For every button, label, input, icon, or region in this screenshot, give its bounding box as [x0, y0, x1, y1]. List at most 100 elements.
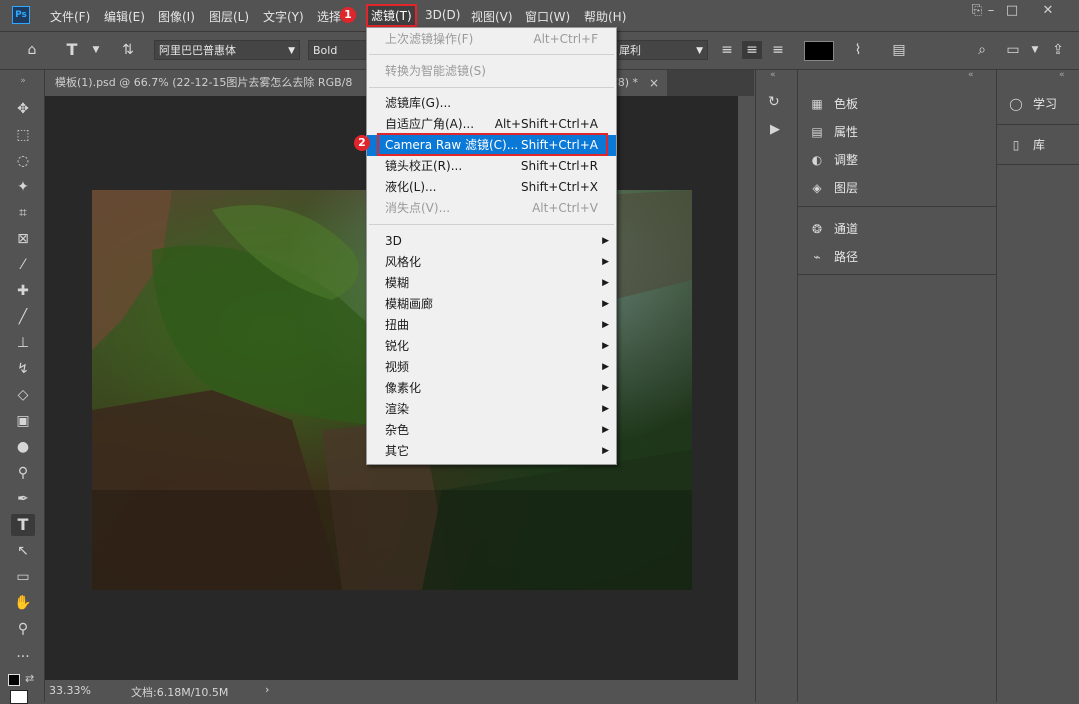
foreground-color-swatch[interactable]: [8, 674, 20, 686]
menu-item-distort[interactable]: 扭曲 ▶: [367, 315, 616, 336]
gradient-tool-icon[interactable]: ▣: [11, 410, 35, 432]
path-selection-tool-icon[interactable]: ↖: [11, 540, 35, 562]
blur-tool-icon[interactable]: ●: [11, 436, 35, 458]
menu-item-stylize[interactable]: 风格化 ▶: [367, 252, 616, 273]
minimize-button[interactable]: –: [980, 1, 1002, 23]
text-color-swatch[interactable]: [804, 41, 834, 61]
frame-tool-icon[interactable]: ⊠: [11, 228, 35, 250]
panel-channels[interactable]: ❂ 通道: [808, 218, 858, 240]
collapse-icon[interactable]: «: [770, 70, 776, 80]
panel-label: 色板: [834, 97, 859, 111]
search-icon[interactable]: ⌕: [972, 41, 992, 59]
status-bar: 33.33% 文档:6.18M/10.5M ›: [45, 680, 738, 702]
menu-view[interactable]: 视图(V): [471, 8, 513, 25]
status-menu-arrow[interactable]: ›: [265, 683, 269, 696]
menu-item-filter-gallery[interactable]: 滤镜库(G)...: [367, 93, 616, 114]
warp-text-icon[interactable]: ⌇: [848, 41, 868, 59]
healing-brush-tool-icon[interactable]: ✚: [11, 280, 35, 302]
history-brush-tool-icon[interactable]: ↯: [11, 358, 35, 380]
menu-item-last-filter[interactable]: 上次滤镜操作(F) Alt+Ctrl+F: [367, 29, 616, 50]
home-icon[interactable]: ⌂: [22, 41, 42, 59]
pen-tool-icon[interactable]: ✒: [11, 488, 35, 510]
panel-layers[interactable]: ◈ 图层: [808, 177, 858, 199]
menu-file[interactable]: 文件(F): [50, 8, 90, 25]
clone-stamp-tool-icon[interactable]: ⊥: [11, 332, 35, 354]
menu-item-pixelate[interactable]: 像素化 ▶: [367, 378, 616, 399]
divider: [997, 124, 1079, 125]
menu-item-blur-gallery[interactable]: 模糊画廊 ▶: [367, 294, 616, 315]
document-tab-title-tail: /8) *: [614, 76, 638, 89]
panel-properties[interactable]: ▤ 属性: [808, 121, 858, 143]
eraser-tool-icon[interactable]: ◇: [11, 384, 35, 406]
close-button[interactable]: ✕: [1037, 1, 1059, 23]
menu-help[interactable]: 帮助(H): [584, 8, 626, 25]
menu-type[interactable]: 文字(Y): [263, 8, 304, 25]
menu-image[interactable]: 图像(I): [158, 8, 195, 25]
type-tool-icon[interactable]: T: [11, 514, 35, 536]
panel-learn[interactable]: ◯ 学习: [1007, 93, 1057, 115]
text-orientation-icon[interactable]: ⇅: [118, 41, 138, 59]
menu-window[interactable]: 窗口(W): [525, 8, 570, 25]
font-family-value: 阿里巴巴普惠体: [159, 44, 236, 57]
menu-edit[interactable]: 编辑(E): [104, 8, 145, 25]
maximize-button[interactable]: □: [1001, 1, 1023, 23]
menu-item-video[interactable]: 视频 ▶: [367, 357, 616, 378]
actions-play-icon[interactable]: ▶: [770, 122, 780, 137]
chevron-down-icon[interactable]: ▼: [1025, 41, 1045, 59]
menu-item-sharpen[interactable]: 锐化 ▶: [367, 336, 616, 357]
menu-filter[interactable]: 滤镜(T): [366, 4, 417, 27]
chevron-down-icon[interactable]: ▼: [86, 41, 106, 59]
type-tool-icon[interactable]: T: [62, 41, 82, 59]
workspace-icon[interactable]: ▭: [1003, 41, 1023, 59]
rectangle-tool-icon[interactable]: ▭: [11, 566, 35, 588]
menu-item-render[interactable]: 渲染 ▶: [367, 399, 616, 420]
menu-item-3d[interactable]: 3D ▶: [367, 231, 616, 252]
paths-icon: ⌁: [813, 250, 821, 264]
panel-paths[interactable]: ⌁ 路径: [808, 246, 858, 268]
menu-select[interactable]: 选择: [317, 8, 341, 25]
swap-colors-icon[interactable]: ⇄: [25, 672, 34, 685]
zoom-tool-icon[interactable]: ⚲: [11, 618, 35, 640]
more-tools-icon[interactable]: ···: [11, 646, 35, 668]
photoshop-logo[interactable]: Ps: [12, 6, 30, 24]
marquee-tool-icon[interactable]: ⬚: [11, 124, 35, 146]
menu-separator: [369, 87, 614, 88]
character-panel-icon[interactable]: ▤: [889, 41, 909, 59]
crop-tool-icon[interactable]: ⌗: [11, 202, 35, 224]
menu-item-convert-smart-filter[interactable]: 转换为智能滤镜(S): [367, 61, 616, 82]
dodge-tool-icon[interactable]: ⚲: [11, 462, 35, 484]
hand-tool-icon[interactable]: ✋: [11, 592, 35, 614]
menu-layer[interactable]: 图层(L): [209, 8, 249, 25]
brush-tool-icon[interactable]: ╱: [11, 306, 35, 328]
align-left-icon[interactable]: ≡: [717, 41, 737, 59]
panel-libraries[interactable]: ▯ 库: [1007, 134, 1045, 156]
menu-item-adaptive-wide-angle[interactable]: 自适应广角(A)... Alt+Shift+Ctrl+A: [367, 114, 616, 135]
menu-item-other[interactable]: 其它 ▶: [367, 441, 616, 462]
collapse-icon[interactable]: «: [1059, 70, 1065, 80]
align-right-icon[interactable]: ≡: [768, 41, 788, 59]
close-tab-icon[interactable]: ×: [649, 70, 659, 96]
menu-item-vanishing-point[interactable]: 消失点(V)... Alt+Ctrl+V: [367, 198, 616, 219]
move-tool-icon[interactable]: ✥: [11, 98, 35, 120]
menu-item-lens-correction[interactable]: 镜头校正(R)... Shift+Ctrl+R: [367, 156, 616, 177]
menu-3d[interactable]: 3D(D): [425, 8, 460, 22]
menu-item-liquify[interactable]: 液化(L)... Shift+Ctrl+X: [367, 177, 616, 198]
collapse-icon[interactable]: »: [11, 70, 35, 92]
panel-adjustments[interactable]: ◐ 调整: [808, 149, 858, 171]
share-icon[interactable]: ⇪: [1048, 41, 1068, 59]
history-icon[interactable]: ↻: [768, 94, 780, 110]
magic-wand-tool-icon[interactable]: ✦: [11, 176, 35, 198]
menu-item-blur[interactable]: 模糊 ▶: [367, 273, 616, 294]
menu-item-noise[interactable]: 杂色 ▶: [367, 420, 616, 441]
eyedropper-tool-icon[interactable]: ⁄: [11, 254, 35, 276]
font-style-select[interactable]: Bold: [308, 40, 368, 60]
panel-label: 学习: [1033, 97, 1058, 111]
divider: [798, 206, 996, 207]
align-center-icon[interactable]: ≡: [742, 41, 762, 59]
zoom-level[interactable]: 33.33%: [49, 684, 91, 697]
panel-swatches[interactable]: ▦ 色板: [808, 93, 858, 115]
lasso-tool-icon[interactable]: ◌: [11, 150, 35, 172]
antialias-select[interactable]: 犀利 ▼: [614, 40, 708, 60]
font-family-select[interactable]: 阿里巴巴普惠体 ▼: [154, 40, 300, 60]
collapse-icon[interactable]: «: [968, 70, 974, 80]
